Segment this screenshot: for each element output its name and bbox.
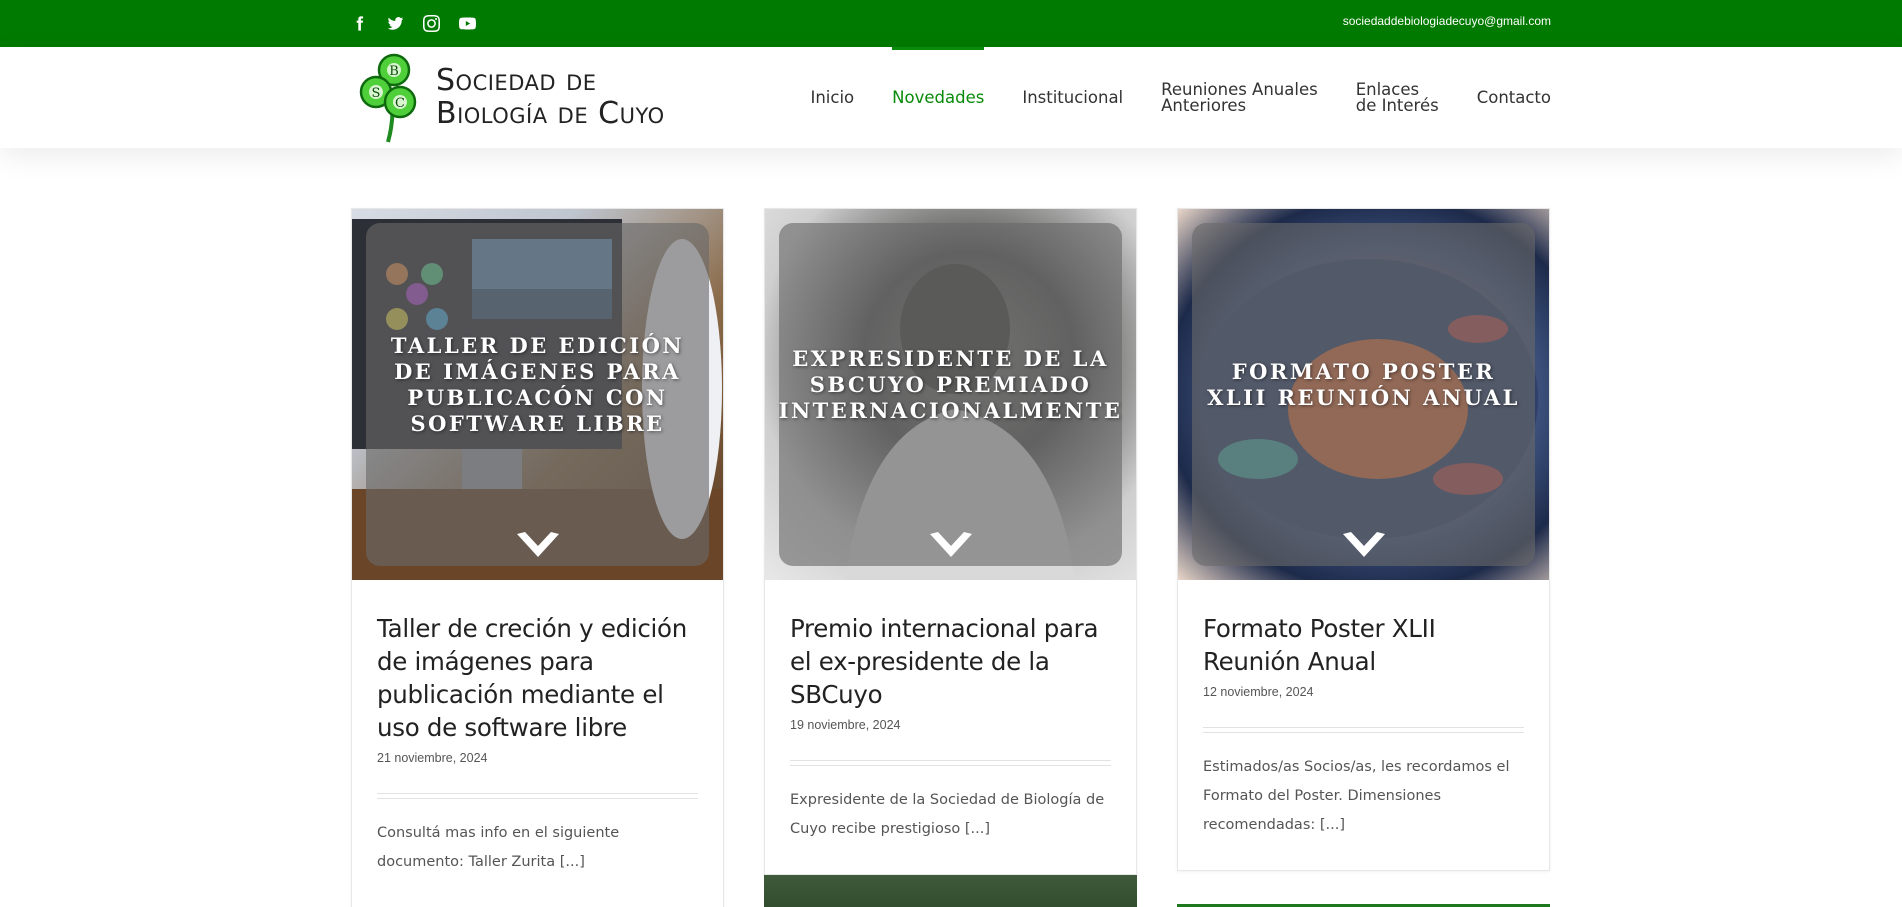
post-excerpt: Estimados/as Socios/as, les recordamos e… [1203,759,1510,833]
nav-label: Contacto [1476,87,1551,107]
facebook-icon[interactable] [351,12,387,34]
overlay-title: Formato Poster XLII Reunión Anual [1207,358,1520,410]
post-body: Premio internacional para el ex-presiden… [765,580,1136,874]
svg-text:S: S [372,86,381,101]
svg-text:C: C [395,96,405,111]
post-body: Taller de creción y edición de imágenes … [352,580,723,907]
nav-label: Institucional [1022,87,1124,107]
nav-item-inicio[interactable]: Inicio [810,47,854,148]
divider [790,760,1111,766]
nav-item-enlaces[interactable]: Enlaces de Interés [1356,47,1439,148]
divider [1203,727,1524,733]
post-body: Formato Poster XLII Reunión Anual 12 nov… [1178,580,1549,870]
nav-label: Inicio [810,87,855,107]
social-links [351,12,495,34]
post-card: Taller de edición de imágenes para publi… [351,208,724,907]
site-header: B S C Sociedad de Biología de Cuyo Inici… [0,47,1902,148]
nav-item-novedades[interactable]: Novedades [892,47,985,148]
nav-label-line-2: Anteriores [1161,95,1247,115]
post-card: Formato Poster XLII Reunión Anual Format… [1177,208,1550,871]
post-title[interactable]: Taller de creción y edición de imágenes … [377,612,698,744]
image-overlay: Formato Poster XLII Reunión Anual [1192,223,1535,566]
logo-line-1: Sociedad de [436,63,597,98]
chevron-down-icon [1342,532,1385,557]
image-overlay: Taller de edición de imágenes para publi… [366,223,709,566]
overlay-title: Taller de edición de imágenes para publi… [390,332,685,436]
clover-logo-icon: B S C [359,53,417,143]
nav-item-contacto[interactable]: Contacto [1477,47,1551,148]
site-logo[interactable]: B S C Sociedad de Biología de Cuyo [352,50,665,144]
contact-email-link[interactable]: sociedaddebiologiadecuyo@gmail.com [1343,14,1551,28]
nav-item-reuniones-anuales[interactable]: Reuniones Anuales Anteriores [1161,47,1318,148]
twitter-icon[interactable] [387,12,423,34]
nav-item-institucional[interactable]: Institucional [1022,47,1123,148]
post-card: Expresidente de la SBCuyo premiado inter… [764,208,1137,875]
svg-text:B: B [389,64,399,79]
post-title[interactable]: Premio internacional para el ex-presiden… [790,612,1111,711]
image-overlay: Expresidente de la SBCuyo premiado inter… [779,223,1122,566]
post-image[interactable]: Taller de edición de imágenes para publi… [352,209,723,580]
post-image[interactable]: Formato Poster XLII Reunión Anual [1178,209,1549,580]
post-date: 19 noviembre, 2024 [790,718,901,732]
divider [377,793,698,799]
logo-wordmark: Sociedad de Biología de Cuyo [436,64,665,130]
post-image[interactable]: Expresidente de la SBCuyo premiado inter… [765,209,1136,580]
youtube-icon[interactable] [459,12,495,34]
post-title[interactable]: Formato Poster XLII Reunión Anual [1203,612,1524,678]
nav-label-line-2: de Interés [1355,95,1439,115]
post-excerpt: Expresidente de la Sociedad de Biología … [790,792,1105,837]
overlay-title: Expresidente de la SBCuyo premiado inter… [778,345,1123,423]
post-excerpt: Consultá mas info en el siguiente docume… [377,825,620,870]
post-date: 21 noviembre, 2024 [377,751,488,765]
chevron-down-icon [516,532,559,557]
posts-grid: Taller de edición de imágenes para publi… [0,148,1902,907]
top-bar: sociedaddebiologiadecuyo@gmail.com [0,0,1902,47]
next-post-image-peek[interactable] [764,875,1137,907]
main-nav: Inicio Novedades Institucional Reuniones… [772,47,1551,148]
logo-line-2: Biología de Cuyo [436,96,665,131]
instagram-icon[interactable] [423,12,459,34]
nav-label: Novedades [892,87,985,107]
post-date: 12 noviembre, 2024 [1203,685,1314,699]
chevron-down-icon [929,532,972,557]
